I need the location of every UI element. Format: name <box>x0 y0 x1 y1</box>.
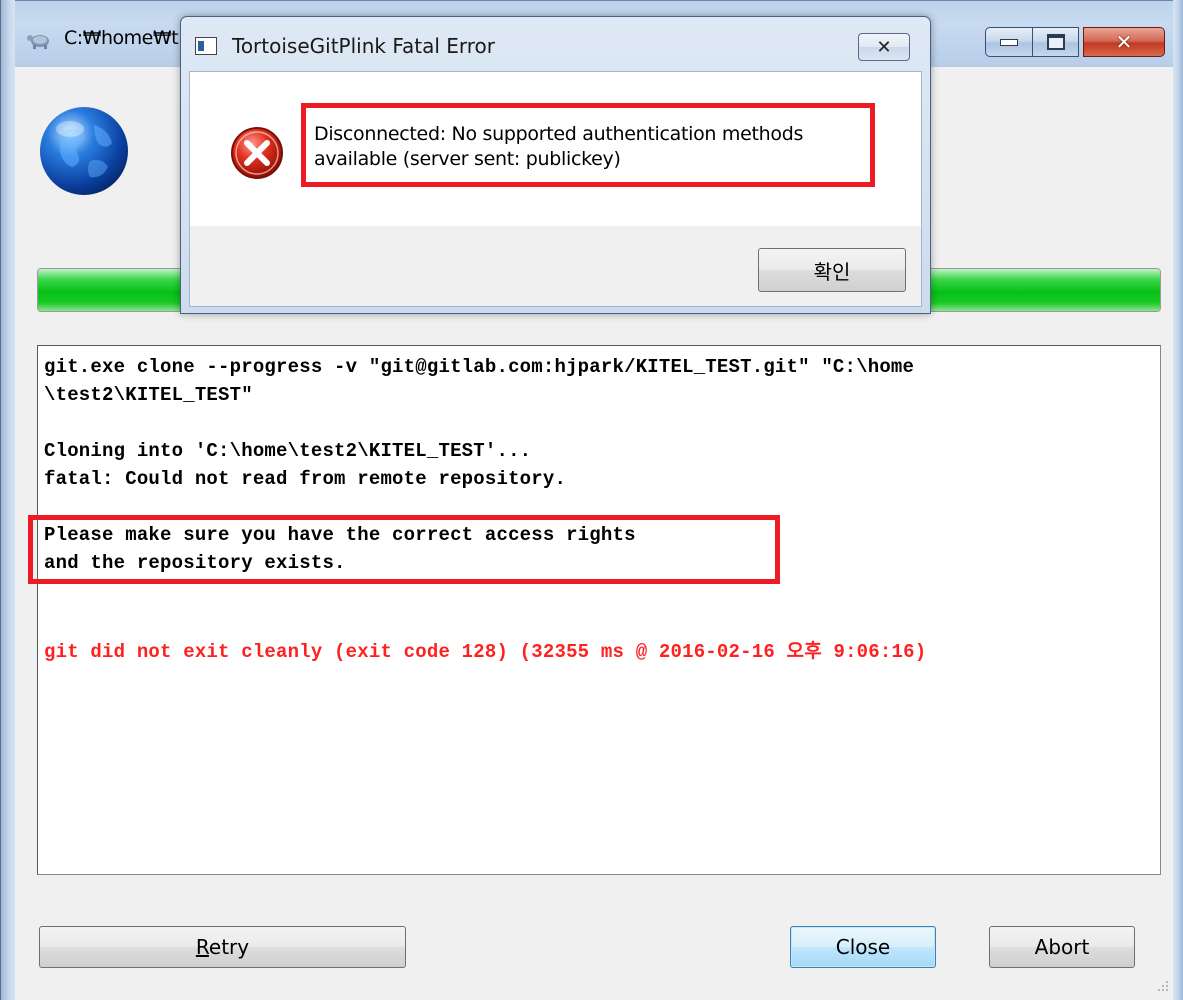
error-dialog-title: TortoiseGitPlink Fatal Error <box>232 34 496 58</box>
log-line-command-2: \test2\KITEL_TEST" <box>44 384 253 406</box>
highlight-frame-dialog <box>301 103 875 187</box>
window-close-button[interactable]: ✕ <box>1083 27 1165 57</box>
close-icon: ✕ <box>1115 30 1133 54</box>
minimize-button[interactable] <box>985 27 1033 57</box>
caption-buttons: ✕ <box>985 27 1167 59</box>
error-dialog-titlebar[interactable]: TortoiseGitPlink Fatal Error ✕ <box>181 17 930 71</box>
error-dialog-close-button[interactable]: ✕ <box>858 33 910 61</box>
maximize-button[interactable] <box>1033 27 1079 57</box>
highlight-frame-log <box>28 515 780 584</box>
close-button[interactable]: Close <box>790 926 936 968</box>
window-frame-left <box>0 0 15 1000</box>
tortoisegit-icon <box>27 35 49 49</box>
main-window-title: C:₩home₩t <box>64 27 179 49</box>
log-output[interactable]: git.exe clone --progress -v "git@gitlab.… <box>37 345 1161 875</box>
close-icon: ✕ <box>876 36 892 58</box>
abort-button[interactable]: Abort <box>989 926 1135 968</box>
resize-grip-icon[interactable] <box>1155 978 1169 992</box>
log-line-command-1: git.exe clone --progress -v "git@gitlab.… <box>44 356 915 378</box>
minimize-icon <box>1000 38 1018 46</box>
globe-icon <box>40 107 128 195</box>
log-line-cloning: Cloning into 'C:\home\test2\KITEL_TEST'.… <box>44 440 532 462</box>
log-line-fatal: fatal: Could not read from remote reposi… <box>44 468 567 490</box>
window-frame-right <box>1173 0 1183 1000</box>
error-icon <box>231 127 283 179</box>
ok-button[interactable]: 확인 <box>758 248 906 292</box>
retry-button[interactable]: Retry <box>39 926 406 968</box>
log-line-exit-code: git did not exit cleanly (exit code 128)… <box>44 641 927 663</box>
dialog-app-icon <box>195 37 217 55</box>
maximize-icon <box>1046 34 1065 50</box>
retry-button-label: Retry <box>195 935 250 959</box>
